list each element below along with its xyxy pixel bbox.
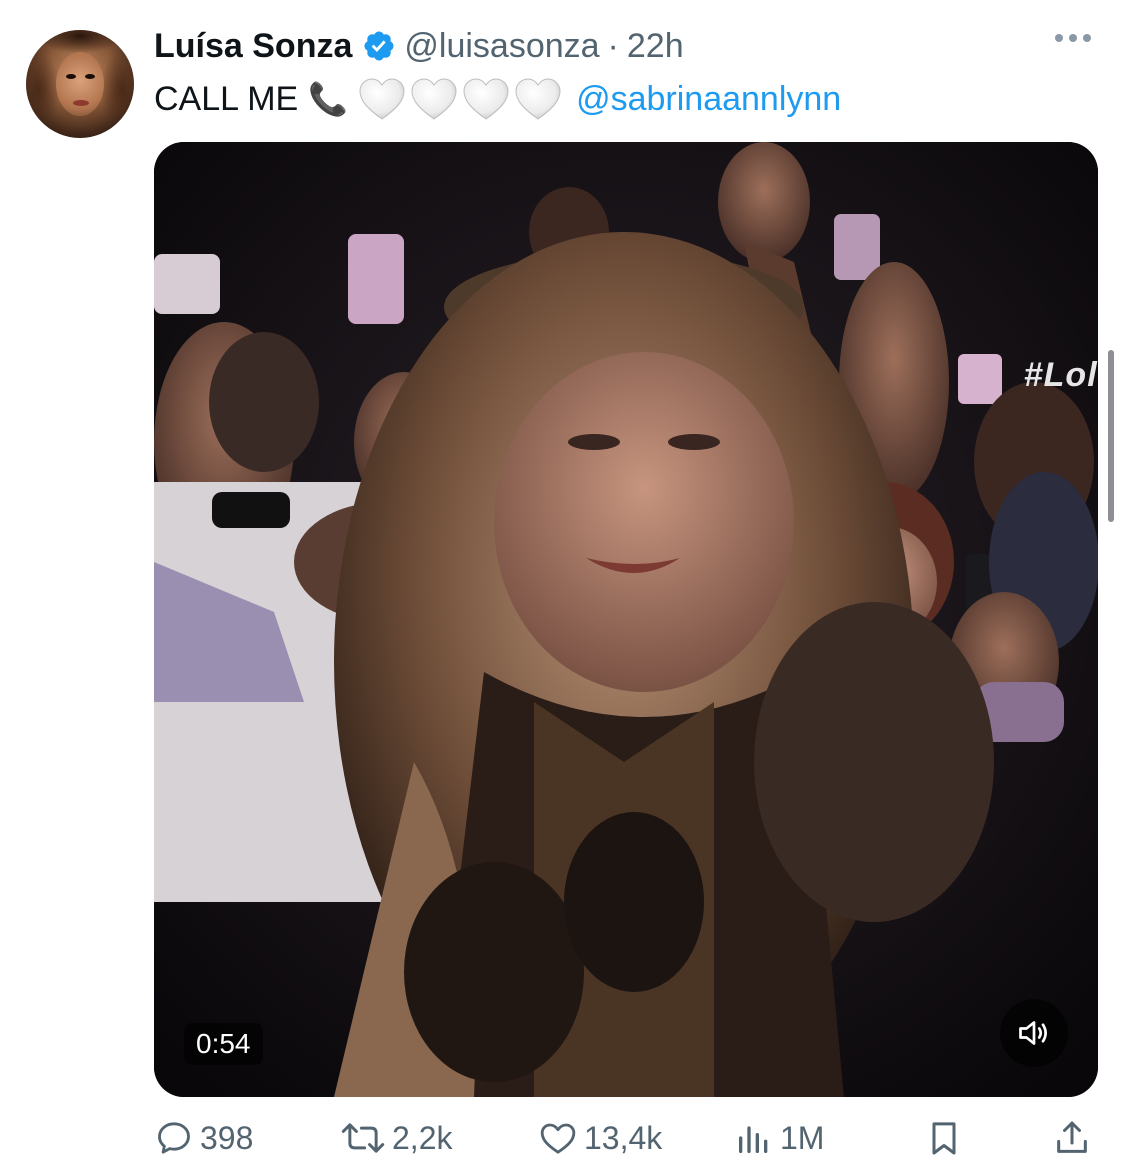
heart-icon [540,1123,576,1154]
tweet-header: Luísa Sonza @luisasonza · 22h [154,24,684,68]
tweet-timestamp[interactable]: 22h [627,24,684,68]
author-handle[interactable]: @luisasonza [404,24,599,68]
like-button[interactable]: 13,4k [538,1118,662,1158]
bookmark-icon [932,1122,956,1155]
repost-icon [341,1123,385,1153]
view-count: 1M [780,1119,825,1156]
video-duration: 0:54 [184,1023,263,1065]
page-scrollbar[interactable] [1108,350,1114,522]
more-dot [1069,34,1077,42]
reply-count: 398 [200,1119,254,1156]
avatar-lips [73,100,89,106]
more-dot [1055,34,1063,42]
repost-button[interactable]: 2,2k [340,1118,452,1158]
repost-count: 2,2k [392,1119,453,1156]
tweet-actions: 398 2,2k 13,4k 1M [154,1118,1098,1174]
verified-badge-icon [364,31,394,61]
white-heart-emoji-icon [411,78,457,120]
volume-icon [1019,1021,1047,1045]
white-heart-emoji-icon [463,78,509,120]
bookmark-button[interactable] [924,1118,970,1158]
header-separator: · [607,27,619,65]
more-dot [1083,34,1091,42]
avatar-face [56,52,104,116]
tweet-text: CALL ME 📞 @sabrinaannlynn [154,76,841,122]
tweet-text-body: CALL ME [154,80,299,118]
views-button[interactable]: 1M [734,1118,824,1158]
reply-button[interactable]: 398 [154,1118,253,1158]
video-player[interactable]: #Lolla 0:54 [154,142,1098,1097]
avatar-eye-left [66,74,76,79]
share-icon [1057,1121,1087,1153]
avatar-eye-right [85,74,95,79]
mute-toggle-button[interactable] [1000,999,1068,1067]
mention-link[interactable]: @sabrinaannlynn [576,77,841,121]
telephone-emoji-icon: 📞 [308,81,349,117]
video-frame [154,142,1098,1097]
white-heart-emoji-icon [359,78,405,120]
author-name[interactable]: Luísa Sonza [154,24,352,68]
reply-icon [158,1122,190,1154]
white-heart-emoji-icon [515,78,561,120]
video-watermark: #Lolla [1023,356,1098,394]
like-count: 13,4k [584,1119,663,1156]
views-chart-icon [739,1126,768,1153]
avatar[interactable] [26,30,134,138]
white-hearts [358,76,562,122]
more-options-icon[interactable] [1055,34,1091,42]
share-button[interactable] [1052,1118,1098,1158]
tweet[interactable]: Luísa Sonza @luisasonza · 22h CALL ME 📞 [0,0,1125,1176]
